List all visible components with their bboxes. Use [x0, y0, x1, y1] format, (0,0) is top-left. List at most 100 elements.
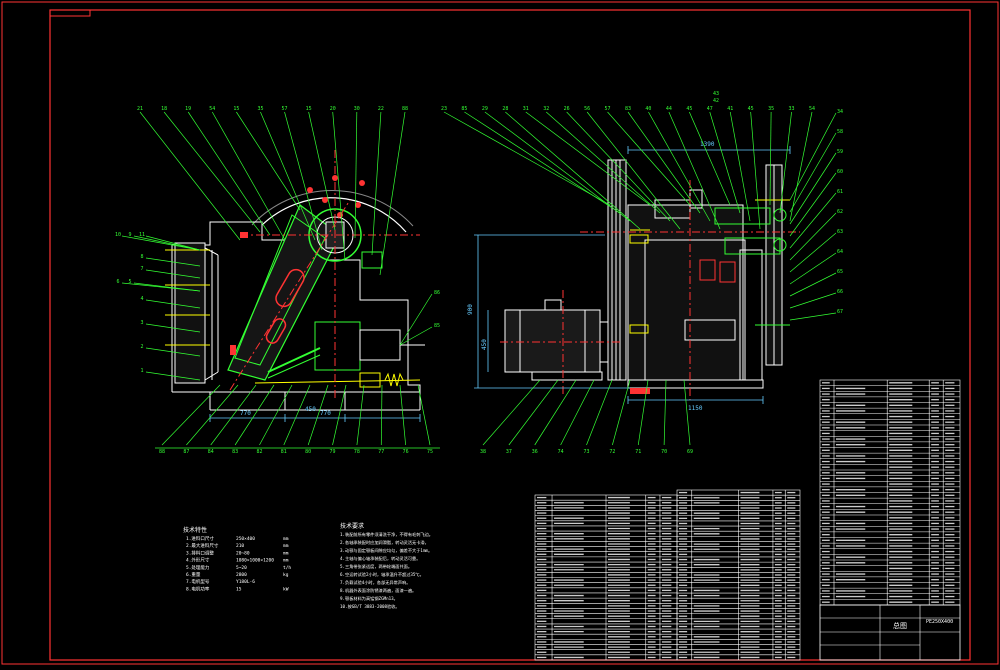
- balloon-right: 34: [837, 109, 843, 115]
- balloon-side-top: 83: [625, 106, 631, 112]
- balloon-side-top: 31: [523, 106, 529, 112]
- spec-value: 5~20: [236, 565, 247, 571]
- front-view: [165, 150, 425, 411]
- dim-front-w3: 770: [320, 410, 331, 417]
- requirement-line: 2.各轴承装配时应加润滑脂，转动灵活无卡滞。: [340, 539, 429, 546]
- balloon-side-bottom: 69: [687, 449, 693, 455]
- spec-unit: mm: [283, 551, 289, 556]
- leader-line: [508, 379, 559, 446]
- balloon-side-top: 54: [809, 106, 815, 112]
- balloon-front-bottom: 78: [354, 449, 360, 455]
- requirements-title: 技术要求: [340, 522, 364, 530]
- dim-side-bottom: 1150: [688, 405, 703, 412]
- requirement-line: 1.装配前所有零件须清洗干净，不得有毛刺飞边。: [340, 531, 433, 538]
- leader-line: [525, 111, 651, 206]
- balloon-left: 7: [140, 266, 143, 272]
- balloon-right: 62: [837, 209, 843, 215]
- leader-line: [789, 172, 837, 237]
- balloon-front-top: 18: [161, 106, 167, 112]
- leader-line: [379, 111, 406, 276]
- balloon-side-top-extra: 43: [713, 91, 719, 97]
- spec-label: 8.电机功率: [186, 585, 210, 592]
- title-name: 总图: [893, 621, 907, 630]
- balloon-front-top: 22: [378, 106, 384, 112]
- balloon-side-top: 23: [441, 106, 447, 112]
- side-view: [500, 159, 800, 400]
- requirement-line: 9.颚板材料为高锰钢ZGMn13。: [340, 595, 398, 602]
- leader-line: [482, 379, 541, 446]
- balloon-right: 59: [837, 149, 843, 155]
- leader-line: [709, 111, 741, 214]
- balloon-left: 10: [115, 232, 121, 238]
- parts-table-3: [819, 379, 961, 606]
- leader-line: [163, 111, 261, 233]
- balloon-front-top: 15: [233, 106, 239, 112]
- balloon-side-bottom: 70: [661, 449, 667, 455]
- corner-tab: [49, 9, 91, 17]
- balloon-side-top: 47: [707, 106, 713, 112]
- leader-line: [586, 379, 613, 446]
- leader-line: [399, 293, 433, 346]
- balloon-side-top: 33: [789, 106, 795, 112]
- spec-label: 5.处理能力: [186, 564, 210, 571]
- leader-line: [161, 384, 221, 446]
- requirement-line: 10.按GB/T 3883-2008验收。: [340, 603, 400, 610]
- requirement-line: 8.机器外表面涂防锈漆两遍，面漆一遍。: [340, 587, 416, 594]
- leader-line: [789, 272, 837, 297]
- spec-label: 6.重量: [186, 571, 201, 578]
- balloon-side-top: 35: [768, 106, 774, 112]
- balloon-front-top: 54: [209, 106, 215, 112]
- balloon-right: 61: [837, 189, 843, 195]
- balloon-front-top: 57: [282, 106, 288, 112]
- balloon-side-top: 56: [584, 106, 590, 112]
- balloon-front-top: 19: [185, 106, 191, 112]
- balloon-side-top: 45: [686, 106, 692, 112]
- leader-line: [789, 112, 837, 201]
- balloon-side-top: 45: [748, 106, 754, 112]
- balloon-front-right: 86: [434, 290, 440, 296]
- balloon-side-top: 41: [727, 106, 733, 112]
- parts-table-1: [534, 494, 678, 661]
- leader-line: [283, 384, 311, 446]
- spec-value: 20~80: [236, 550, 250, 556]
- spec-unit: mm: [283, 537, 289, 542]
- balloon-side-bottom: 38: [480, 449, 486, 455]
- leader-line: [534, 379, 577, 446]
- spec-label: 7.电机型号: [186, 578, 210, 585]
- balloon-front-bottom: 77: [378, 449, 384, 455]
- leader-line: [371, 111, 382, 256]
- balloon-left: 9: [128, 232, 131, 238]
- requirement-line: 4.主轴与偏心轴承装配后，转动灵活可靠。: [340, 555, 420, 562]
- balloon-right: 67: [837, 309, 843, 315]
- balloon-side-top: 32: [543, 106, 549, 112]
- balloon-left: 6: [116, 279, 119, 285]
- balloon-side-top: 26: [564, 106, 570, 112]
- balloon-front-bottom: 76: [403, 449, 409, 455]
- leader-line: [236, 111, 301, 211]
- title-block: 总图 PE250X400: [819, 604, 961, 661]
- leader-line: [789, 312, 837, 321]
- balloon-front-top: 21: [137, 106, 143, 112]
- spec-value: 210: [236, 543, 244, 549]
- leader-line: [356, 384, 365, 446]
- balloon-side-bottom: 36: [532, 449, 538, 455]
- leader-line: [627, 111, 701, 214]
- balloon-right: 66: [837, 289, 843, 295]
- balloon-front-right: 85: [434, 323, 440, 329]
- balloon-front-top: 35: [257, 106, 263, 112]
- balloon-side-bottom: 72: [609, 449, 615, 455]
- balloon-front-bottom: 82: [256, 449, 262, 455]
- cad-drawing-sheet: 770 450 770 900 450 1150 1390 21 18 19 5…: [0, 0, 1000, 666]
- balloon-side-top: 29: [482, 106, 488, 112]
- balloon-front-bottom: 81: [281, 449, 287, 455]
- leader-line: [789, 132, 837, 213]
- leader-line: [260, 111, 316, 241]
- spec-unit: mm: [283, 544, 289, 549]
- spec-value: 1080×1000×1200: [236, 558, 274, 564]
- balloon-front-top: 30: [354, 106, 360, 112]
- spec-value: 2800: [236, 572, 247, 578]
- balloon-front-bottom: 79: [330, 449, 336, 455]
- leader-line: [663, 379, 667, 446]
- balloon-front-bottom: 84: [208, 449, 214, 455]
- balloon-front-bottom: 80: [305, 449, 311, 455]
